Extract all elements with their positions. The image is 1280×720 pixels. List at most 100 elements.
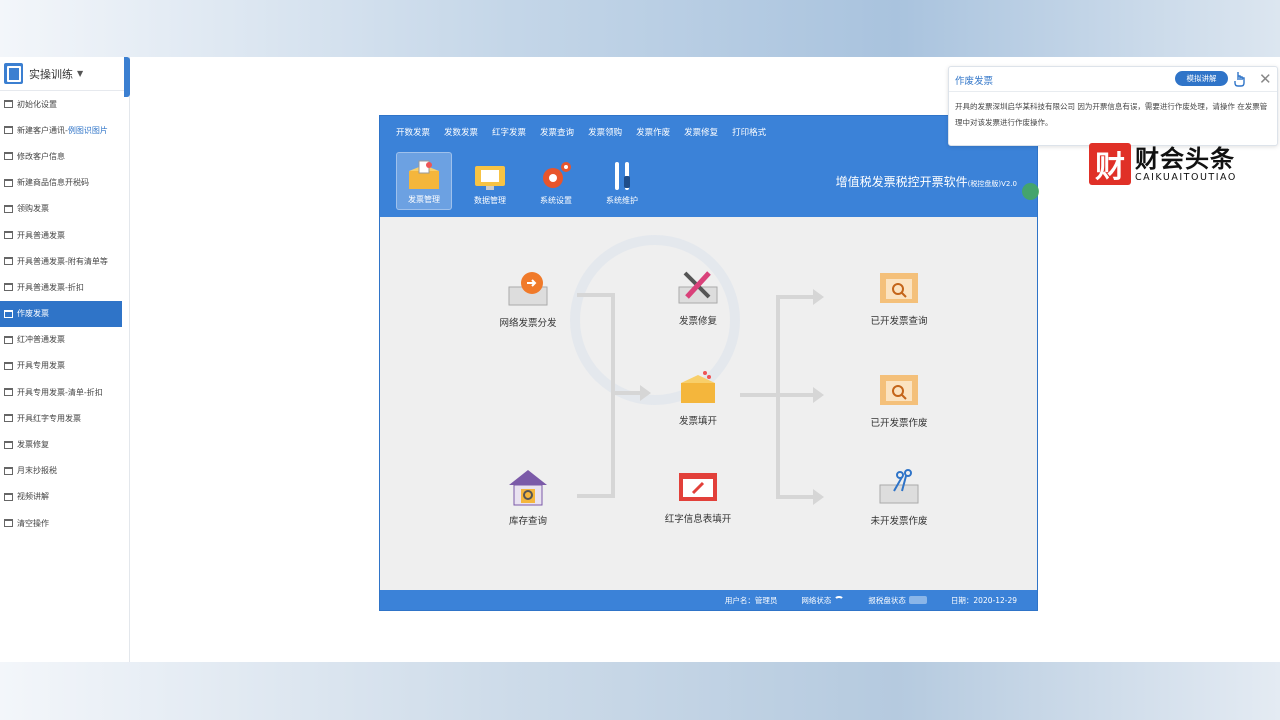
sidebar-item-label: 修改客户信息 <box>17 151 65 161</box>
folder-monitor-icon <box>472 160 508 192</box>
task-popup: 作废发票 模拟讲解 ✕ 开具的发票深圳启华某科技有限公司 因为开票信息有误，需要… <box>948 66 1278 146</box>
arrow-icon <box>813 489 824 505</box>
folder-icon <box>4 100 13 109</box>
status-disk: 报税盘状态 <box>868 595 927 606</box>
sidebar-item-label: 视频讲解 <box>17 492 49 502</box>
sidebar-item-label: 新建客户通讯- <box>17 125 68 135</box>
flow-line <box>611 391 641 395</box>
divider <box>949 91 1277 92</box>
node-red-info-table[interactable]: 红字信息表填开 <box>653 465 743 525</box>
status-user: 用户名：管理员 <box>724 595 778 605</box>
sidebar-item[interactable]: 领购发票 <box>0 196 129 222</box>
sidebar-item-label: 开具红字专用发票 <box>17 413 81 423</box>
node-invoice-repair[interactable]: 发票修复 <box>653 267 743 327</box>
menu-item[interactable]: 开数发票 <box>396 126 430 138</box>
app-header: 开数发票 发数发票 红字发票 发票查询 发票领购 发票作废 发票修复 打印格式 发票管理 数据… <box>380 116 1037 217</box>
simulate-explain-button[interactable]: 模拟讲解 <box>1175 71 1228 86</box>
menu-item[interactable]: 发票查询 <box>540 126 574 138</box>
node-unissued-invoice-void[interactable]: 未开发票作废 <box>854 467 944 527</box>
sidebar: 实操训练 ▼ 初始化设置新建客户通讯- 例图识图片修改客户信息新建商品信息开税码领… <box>0 57 130 662</box>
sidebar-item[interactable]: 开具专用发票 <box>0 353 129 379</box>
toolbar-data-management[interactable]: 数据管理 <box>462 152 518 210</box>
flow-line <box>776 295 814 299</box>
node-issued-invoice-void[interactable]: 已开发票作废 <box>854 369 944 429</box>
menu-item[interactable]: 打印格式 <box>732 126 766 138</box>
sidebar-item-highlight: 例图识图片 <box>67 125 108 135</box>
menu-item[interactable]: 发数发票 <box>444 126 478 138</box>
folder-icon <box>4 388 13 397</box>
book-icon <box>4 63 23 84</box>
flow-line <box>776 393 814 397</box>
sidebar-item[interactable]: 发票修复 <box>0 431 129 457</box>
house-search-icon <box>505 467 551 507</box>
menu-item[interactable]: 发票修复 <box>684 126 718 138</box>
sidebar-item-label: 作废发票 <box>17 309 49 319</box>
flow-line <box>577 293 615 297</box>
disk-status-icon <box>908 596 927 604</box>
sidebar-item[interactable]: 开具专用发票-清单-折扣 <box>0 379 129 405</box>
close-icon[interactable]: ✕ <box>1259 70 1272 88</box>
folder-icon <box>4 283 13 292</box>
folder-icon <box>4 414 13 423</box>
folder-icon <box>4 231 13 240</box>
menu-item[interactable]: 发票领购 <box>588 126 622 138</box>
arrow-icon <box>813 387 824 403</box>
wifi-icon <box>834 596 845 604</box>
invoice-app-window: 开数发票 发数发票 红字发票 发票查询 发票领购 发票作废 发票修复 打印格式 发票管理 数据… <box>379 115 1038 611</box>
toolbar-system-maintenance[interactable]: 系统维护 <box>594 152 650 210</box>
sidebar-item[interactable]: 月末抄报税 <box>0 458 129 484</box>
sidebar-item[interactable]: 清空操作 <box>0 510 129 536</box>
menu-item[interactable]: 发票作废 <box>636 126 670 138</box>
folder-icon <box>4 152 13 161</box>
menu-item[interactable]: 红字发票 <box>492 126 526 138</box>
sidebar-item-label: 红冲普通发票 <box>17 335 65 345</box>
folder-search-icon <box>876 267 922 307</box>
sidebar-item-label: 领购发票 <box>17 204 49 214</box>
red-ticket-icon <box>675 465 721 505</box>
flow-diagram: 网络发票分发 库存查询 发票修复 发票填开 红字信息表填开 已开发票查询 已开发… <box>380 217 1037 591</box>
flow-line <box>577 494 615 498</box>
logo-badge: 财 <box>1089 143 1131 185</box>
popup-text: 开具的发票深圳启华某科技有限公司 因为开票信息有误，需要进行作废处理，请操作 在… <box>955 102 1268 127</box>
sidebar-item-label: 新建商品信息开税码 <box>17 178 89 188</box>
node-inventory-query[interactable]: 库存查询 <box>483 467 573 527</box>
sidebar-item[interactable]: 开具普通发票-附有清单等 <box>0 248 129 274</box>
node-network-invoice-distribution[interactable]: 网络发票分发 <box>483 269 573 329</box>
sidebar-item[interactable]: 初始化设置 <box>0 91 129 117</box>
node-invoice-fill[interactable]: 发票填开 <box>653 367 743 427</box>
sidebar-item[interactable]: 红冲普通发票 <box>0 327 129 353</box>
folder-search-icon <box>876 369 922 409</box>
node-issued-invoice-query[interactable]: 已开发票查询 <box>854 267 944 327</box>
flow-line <box>740 393 778 397</box>
training-frame: 实操训练 ▼ 初始化设置新建客户通讯- 例图识图片修改客户信息新建商品信息开税码领… <box>0 57 1280 662</box>
sidebar-item-label: 初始化设置 <box>17 99 57 109</box>
folder-icon <box>4 519 13 528</box>
sidebar-item[interactable]: 开具普通发票-折扣 <box>0 274 129 300</box>
scissors-icon <box>876 467 922 507</box>
arrow-icon <box>640 385 651 401</box>
app-menubar: 开数发票 发数发票 红字发票 发票查询 发票领购 发票作废 发票修复 打印格式 <box>380 116 1037 138</box>
logo-subtitle: CAIKUAITOUTIAO <box>1135 171 1237 183</box>
toolbar-invoice-management[interactable]: 发票管理 <box>396 152 452 210</box>
toolbar-system-settings[interactable]: 系统设置 <box>528 152 584 210</box>
watermark-logo: 财 财会头条 CAIKUAITOUTIAO <box>1089 143 1237 185</box>
folder-icon <box>4 466 13 475</box>
cursor-indicator <box>1022 183 1039 200</box>
sidebar-item[interactable]: 新建客户通讯- 例图识图片 <box>0 117 129 143</box>
popup-title: 作废发票 <box>955 76 994 87</box>
background-top <box>0 0 1280 57</box>
sidebar-item-label: 开具专用发票 <box>17 361 65 371</box>
sidebar-header[interactable]: 实操训练 ▼ <box>0 57 129 91</box>
sidebar-item[interactable]: 修改客户信息 <box>0 143 129 169</box>
sidebar-item[interactable]: 新建商品信息开税码 <box>0 170 129 196</box>
sidebar-item[interactable]: 开具普通发票 <box>0 222 129 248</box>
folder-icon <box>4 309 13 318</box>
hand-pointer-icon[interactable] <box>1233 71 1247 87</box>
sidebar-item[interactable]: 作废发票 <box>0 300 122 327</box>
flow-line <box>611 293 615 498</box>
folder-icon <box>4 492 13 501</box>
sidebar-item[interactable]: 开具红字专用发票 <box>0 405 129 431</box>
sidebar-item[interactable]: 视频讲解 <box>0 484 129 510</box>
invoice-box-icon <box>675 367 721 407</box>
folder-icon <box>4 178 13 187</box>
